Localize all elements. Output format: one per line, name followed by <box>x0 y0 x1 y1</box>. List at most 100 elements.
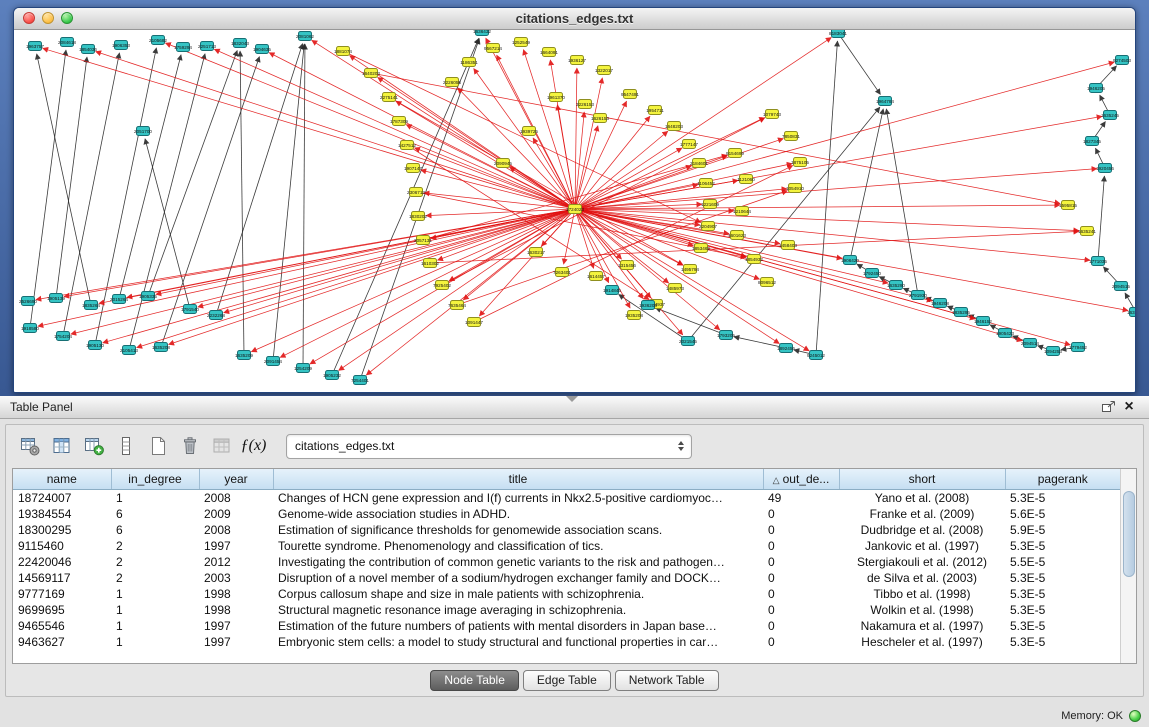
table-cell[interactable]: 5.3E-5 <box>1005 490 1121 507</box>
table-cell[interactable]: Stergiakouli et al. (2012) <box>839 554 1005 570</box>
graph-edge[interactable] <box>575 189 787 209</box>
table-cell[interactable]: 22420046 <box>13 554 111 570</box>
graph-node[interactable]: 1427512 <box>398 141 416 150</box>
graph-node[interactable]: 2232268 <box>207 311 225 320</box>
table-cell[interactable]: 0 <box>763 554 839 570</box>
graph-node[interactable]: 1961370 <box>547 93 565 102</box>
table-cell[interactable]: 1997 <box>199 634 273 650</box>
graph-node[interactable]: 1648203 <box>665 122 683 131</box>
table-cell[interactable]: Nakamura et al. (1997) <box>839 618 1005 634</box>
graph-node[interactable]: 1210644 <box>733 207 751 216</box>
table-row[interactable]: 946362711997Embryonic stem cells: a mode… <box>13 634 1121 650</box>
graph-node[interactable]: 2306713 <box>407 188 425 197</box>
graph-node[interactable]: 1664091 <box>540 48 558 57</box>
graph-node[interactable]: 1939725 <box>520 127 538 136</box>
table-scrollbar[interactable] <box>1120 469 1136 663</box>
graph-node[interactable]: 1918580 <box>21 324 39 333</box>
table-row[interactable]: 911546021997Tourette syndrome. Phenomeno… <box>13 538 1121 554</box>
graph-node[interactable]: 1935208 <box>625 311 643 320</box>
graph-node[interactable]: 7263401 <box>553 268 571 277</box>
graph-node[interactable]: 2184601 <box>690 159 708 168</box>
column-header-year[interactable]: year <box>199 469 273 490</box>
graph-node[interactable]: 1853462 <box>692 244 710 253</box>
graph-node[interactable]: 1875105 <box>791 158 809 167</box>
table-cell[interactable]: 1 <box>111 602 199 618</box>
graph-edge[interactable] <box>575 209 1079 231</box>
graph-node[interactable]: 9547491 <box>621 90 639 99</box>
table-cell[interactable]: 9465546 <box>13 618 111 634</box>
tab-node-table[interactable]: Node Table <box>430 670 519 691</box>
table-cell[interactable]: 2003 <box>199 570 273 586</box>
memory-status-led[interactable] <box>1129 710 1141 722</box>
graph-node[interactable]: 1777147 <box>680 140 698 149</box>
graph-edge[interactable] <box>96 51 575 209</box>
table-cell[interactable]: 6 <box>111 522 199 538</box>
graph-node[interactable]: 1636432 <box>473 30 491 36</box>
graph-node[interactable]: 1186351 <box>460 58 478 67</box>
table-cell[interactable]: 49 <box>763 490 839 507</box>
column-header-in-degree[interactable]: in_degree <box>111 469 199 490</box>
graph-edge[interactable] <box>366 209 575 375</box>
graph-node[interactable]: 1906420 <box>841 256 859 265</box>
column-header-out-de[interactable]: △out_de... <box>763 469 839 490</box>
graph-edge[interactable] <box>145 139 190 309</box>
minimize-window-button[interactable] <box>42 12 54 24</box>
graph-node[interactable]: 1835264 <box>82 301 100 310</box>
graph-node[interactable]: 1946152 <box>974 317 992 326</box>
table-row[interactable]: 969969511998Structural magnetic resonanc… <box>13 602 1121 618</box>
graph-edge[interactable] <box>575 209 594 268</box>
graph-edge[interactable] <box>43 48 575 209</box>
graph-node[interactable]: 8096512 <box>758 278 776 287</box>
column-header-name[interactable]: name <box>13 469 111 490</box>
zoom-window-button[interactable] <box>61 12 73 24</box>
table-cell[interactable]: 2 <box>111 538 199 554</box>
graph-edge[interactable] <box>575 62 1114 209</box>
graph-edge[interactable] <box>216 44 303 315</box>
scrollbar-thumb[interactable] <box>1123 491 1135 577</box>
graph-node[interactable]: 1635290 <box>887 281 905 290</box>
graph-node[interactable]: 2791930 <box>909 291 927 300</box>
graph-edge[interactable] <box>273 44 304 361</box>
graph-node[interactable]: 9567214 <box>484 44 502 53</box>
graph-node[interactable]: 1946208 <box>931 299 949 308</box>
graph-node[interactable]: 1610302 <box>421 259 439 268</box>
graph-edge[interactable] <box>486 38 575 209</box>
graph-node[interactable]: 1595815 <box>1059 201 1077 210</box>
graph-node[interactable]: 1754204 <box>54 332 72 341</box>
graph-node[interactable]: 1640203 <box>362 69 380 78</box>
graph-edge[interactable] <box>1098 176 1104 261</box>
graph-node[interactable]: 1724023 <box>566 205 584 214</box>
graph-node[interactable]: 9274503 <box>1113 56 1131 65</box>
graph-edge[interactable] <box>575 205 1060 209</box>
graph-edge[interactable] <box>119 55 181 299</box>
table-cell[interactable]: 1 <box>111 618 199 634</box>
graph-node[interactable]: 2526690 <box>19 297 37 306</box>
table-mode-icon[interactable] <box>16 433 43 460</box>
graph-edge[interactable] <box>312 40 575 209</box>
graph-node[interactable]: 1787309 <box>390 117 408 126</box>
table-cell[interactable]: 2008 <box>199 522 273 538</box>
graph-node[interactable]: 1835295 <box>952 308 970 317</box>
table-selector-dropdown[interactable]: citations_edges.txt <box>286 434 692 459</box>
graph-node[interactable]: 1830202 <box>409 212 427 221</box>
panel-splitter-handle[interactable] <box>566 396 578 402</box>
table-cell[interactable]: 18724007 <box>13 490 111 507</box>
graph-edge[interactable] <box>474 68 575 209</box>
graph-node[interactable]: 1936127 <box>568 56 586 65</box>
table-cell[interactable]: 5.6E-5 <box>1005 506 1121 522</box>
tab-network-table[interactable]: Network Table <box>615 670 719 691</box>
graph-node[interactable]: 1635241 <box>1078 227 1096 236</box>
table-cell[interactable]: 1998 <box>199 586 273 602</box>
graph-edge[interactable] <box>575 169 1097 209</box>
graph-edge[interactable] <box>838 33 880 94</box>
table-cell[interactable]: 0 <box>763 506 839 522</box>
graph-node[interactable]: 1054910 <box>786 184 804 193</box>
graph-edge[interactable] <box>850 109 883 260</box>
graph-edge[interactable] <box>575 164 792 209</box>
graph-node[interactable]: 1635246 <box>1127 308 1135 317</box>
graph-node[interactable]: 1905335 <box>139 292 157 301</box>
show-columns-icon[interactable] <box>48 433 75 460</box>
table-cell[interactable]: 2012 <box>199 554 273 570</box>
graph-node[interactable]: 1906353 <box>112 41 130 50</box>
graph-node[interactable]: 1792450 <box>863 269 881 278</box>
